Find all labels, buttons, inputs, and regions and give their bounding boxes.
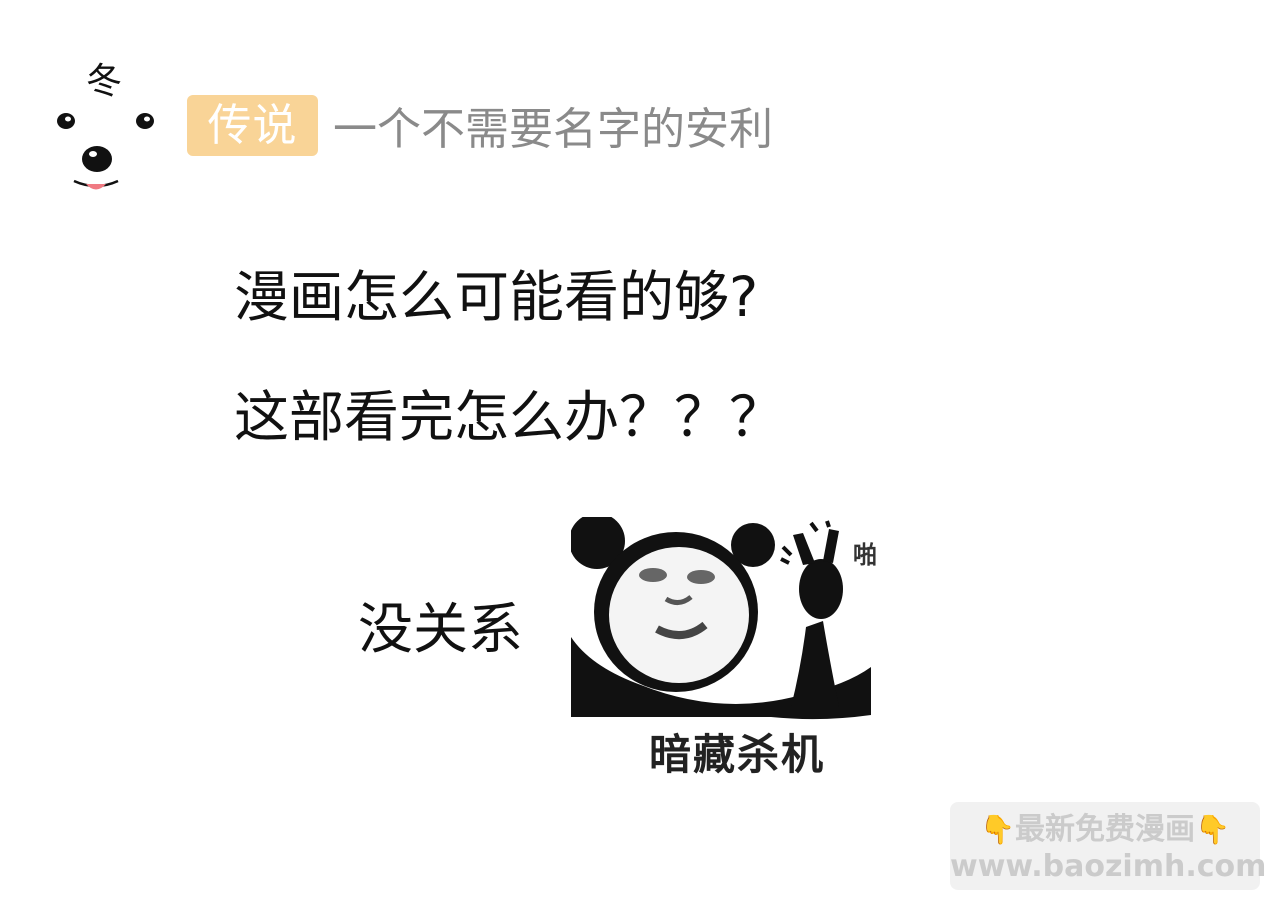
dog-face-icon: 冬 [57,61,154,190]
tagline: 一个不需要名字的安利 [333,104,773,155]
watermark-url: www.baozimh.com [950,849,1267,884]
reply-text: 没关系 [358,597,524,661]
logo-character: 冬 [86,61,122,102]
tag-badge: 传说 [187,95,318,156]
watermark-line-1: 👇最新免费漫画👇 [950,810,1260,850]
site-watermark: 👇最新免费漫画👇 www.baozimh.com [950,802,1267,890]
meme-sfx-text: 啪 [853,541,877,569]
dog-logo: 冬 [52,55,162,200]
watermark-title: 最新免费漫画 [1015,812,1195,847]
meme-caption: 暗藏杀机 [648,730,825,779]
text-line-2: 这部看完怎么办？？？ [234,385,785,449]
text-line-1: 漫画怎么可能看的够? [234,265,759,329]
pointing-down-icon: 👇 [980,813,1015,846]
panda-meme-image: 啪 暗藏杀机 [571,517,903,782]
pointing-down-icon: 👇 [1195,813,1230,846]
